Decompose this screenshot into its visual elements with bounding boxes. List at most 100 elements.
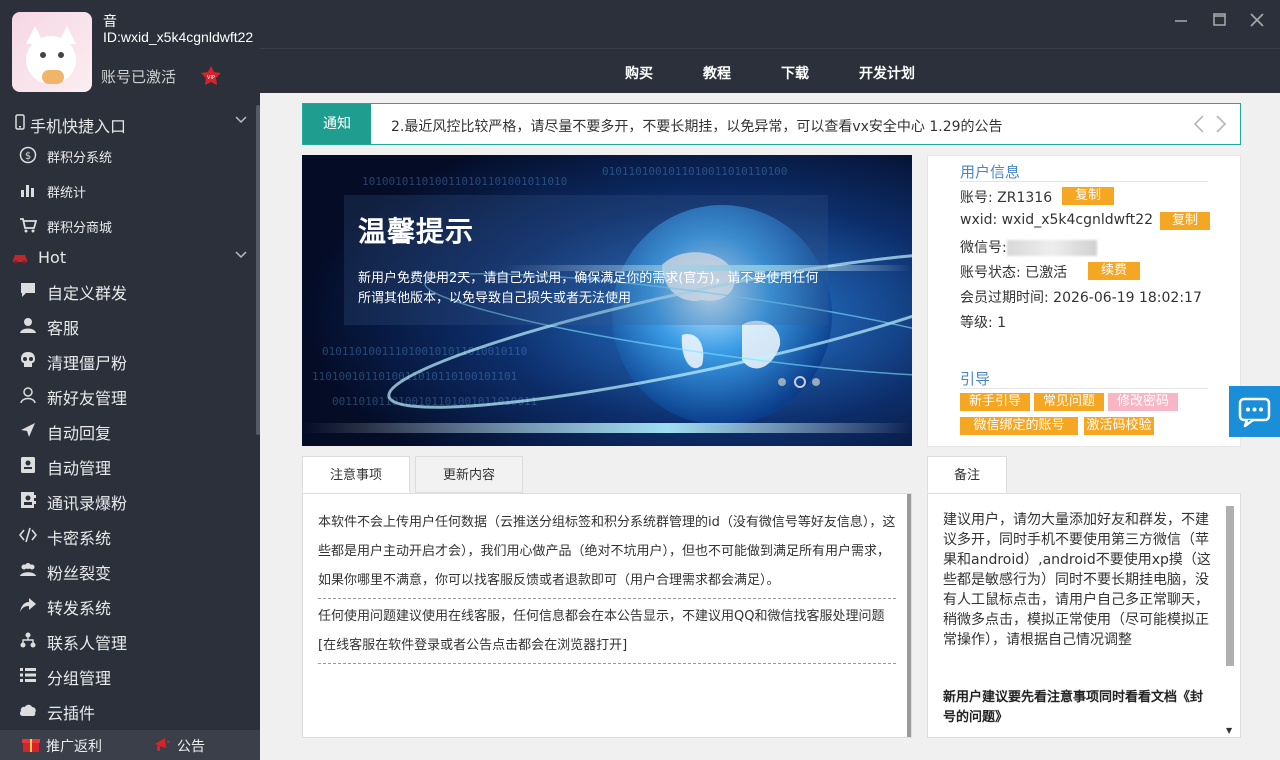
mobile-icon [15, 114, 25, 130]
vip-badge-icon: VIP [201, 66, 221, 85]
nav-group-label: Hot [38, 248, 67, 267]
nickname: 音 [103, 14, 117, 30]
scroll-down-arrow-icon[interactable]: ▼ [1226, 726, 1232, 735]
status-line: 账号状态: 已激活 [960, 265, 1068, 281]
banner-carousel[interactable]: 0101101001110100101011010010110 11010010… [302, 155, 912, 446]
sidebar-item-custom-broadcast[interactable]: 自定义群发 [0, 274, 258, 306]
carousel-dot[interactable] [778, 378, 786, 386]
tab-updates[interactable]: 更新内容 [415, 456, 523, 493]
wechat-id-line: 微信号: [960, 237, 1097, 257]
sidebar-footer: 推广返利 公告 [0, 730, 260, 760]
profile-card: 音 ID:wxid_x5k4cgnldwft22 账号已激活 VIP [0, 0, 260, 104]
sidebar-item-label: 清理僵尸粉 [47, 354, 128, 373]
tab-remarks[interactable]: 备注 [927, 456, 1007, 493]
redacted-value [1006, 240, 1097, 256]
maximize-icon[interactable] [1208, 11, 1230, 29]
sidebar-item-fans-fission[interactable]: 粉丝裂变 [0, 554, 258, 586]
minimize-icon[interactable] [1170, 11, 1192, 29]
remarks-text: 建议用户，请勿大量添加好友和群发，不建议多开，同时手机不要使用第三方微信（苹果和… [943, 512, 1211, 648]
list-icon [20, 668, 36, 682]
nav-group-mobile[interactable]: 手机快捷入口 [0, 108, 260, 136]
announcement-link[interactable]: 公告 [153, 735, 223, 755]
car-icon [13, 255, 27, 264]
account-status: 账号已激活 [101, 68, 177, 86]
notice-tag: 通知 [303, 104, 371, 144]
banner-title: 温馨提示 [358, 215, 475, 248]
sidebar-item-contact-manage[interactable]: 联系人管理 [0, 624, 258, 656]
carousel-dot[interactable] [812, 378, 820, 386]
skull-icon [21, 352, 35, 367]
send-icon [21, 423, 35, 437]
notice-text[interactable]: 2.最近风控比较严格，请尽量不要多开，不要长期挂，以免异常，可以查看vx安全中心… [391, 116, 1003, 136]
nav-dev-plan[interactable]: 开发计划 [859, 63, 915, 83]
copy-wxid-button[interactable]: 复制 [1160, 212, 1210, 230]
code-icon [19, 527, 37, 543]
sidebar-item-auto-manage[interactable]: 自动管理 [0, 449, 258, 481]
sidebar: 音 ID:wxid_x5k4cgnldwft22 账号已激活 VIP 手机快捷入… [0, 0, 260, 760]
sidebar-item-label: 自动回复 [47, 424, 112, 443]
user-outline-icon [20, 387, 36, 404]
online-chat-button[interactable] [1229, 386, 1280, 437]
nav-buy[interactable]: 购买 [625, 63, 653, 83]
chat-bubble-icon [21, 283, 35, 297]
sidebar-item-group-mall[interactable]: 群积分商城 [0, 209, 258, 241]
newbie-guide-button[interactable]: 新手引导 [960, 393, 1030, 411]
chevron-left-icon[interactable] [1191, 114, 1207, 134]
sidebar-item-label: 自定义群发 [47, 284, 128, 303]
sidebar-item-auto-reply[interactable]: 自动回复 [0, 414, 258, 446]
sidebar-item-customer-service[interactable]: 客服 [0, 309, 258, 341]
sidebar-item-cloud-plugin[interactable]: 云插件 [0, 694, 258, 726]
renew-button[interactable]: 续费 [1088, 262, 1140, 280]
activation-code-check-button[interactable]: 激活码校验 [1084, 417, 1154, 435]
copy-account-button[interactable]: 复制 [1062, 187, 1114, 205]
top-nav: 购买 教程 下载 开发计划 [260, 48, 1280, 93]
sitemap-icon [20, 632, 36, 648]
chevron-right-icon[interactable] [1213, 114, 1229, 134]
nav-download[interactable]: 下载 [781, 63, 809, 83]
megaphone-icon [155, 738, 170, 751]
close-icon[interactable] [1246, 11, 1268, 29]
cart-icon [20, 218, 37, 233]
sidebar-scrollbar[interactable] [256, 105, 260, 435]
share-icon [20, 598, 36, 612]
divider [960, 181, 1208, 182]
sidebar-item-label: 群积分商城 [47, 221, 113, 236]
tabs-panel: 注意事项 更新内容 本软件不会上传用户任何数据（云推送分组标签和积分系统群管理的… [302, 456, 912, 738]
wxid-line: wxid: wxid_x5k4cgnldwft22 [960, 212, 1154, 228]
svg-text:0101101001011010011010110100: 0101101001011010011010110100 [602, 165, 787, 178]
notes-text: 本软件不会上传用户任何数据（云推送分组标签和积分系统群管理的id（没有微信号等好… [318, 508, 896, 667]
tab-content: 本软件不会上传用户任何数据（云推送分组标签和积分系统群管理的id（没有微信号等好… [302, 493, 912, 738]
chevron-down-icon [235, 116, 247, 124]
sidebar-item-label: 粉丝裂变 [47, 564, 112, 583]
bar-chart-icon [21, 185, 34, 197]
nav-group-hot[interactable]: Hot [0, 243, 260, 271]
sidebar-item-group-points[interactable]: $ 群积分系统 [0, 139, 258, 171]
sidebar-item-label: 通讯录爆粉 [47, 494, 128, 513]
carousel-dot-active[interactable] [794, 376, 806, 388]
nav-tutorial[interactable]: 教程 [703, 63, 731, 83]
sidebar-item-group-manage[interactable]: 分组管理 [0, 659, 258, 691]
sidebar-item-forward-system[interactable]: 转发系统 [0, 589, 258, 621]
dollar-circle-icon: $ [19, 146, 37, 164]
cloud-icon [19, 704, 36, 716]
svg-text:010110100111010010101101001011: 0101101001110100101011010010110 [322, 345, 527, 358]
sidebar-item-card-system[interactable]: 卡密系统 [0, 519, 258, 551]
sidebar-item-group-stats[interactable]: 群统计 [0, 174, 258, 206]
promo-rebate-link[interactable]: 推广返利 [22, 735, 112, 755]
tab-notes[interactable]: 注意事项 [302, 456, 410, 493]
id-card-icon [21, 457, 35, 473]
svg-text:110100101101001101011010010110: 1101001011010011010110100101101 [312, 370, 517, 383]
sidebar-item-contacts-boost[interactable]: 通讯录爆粉 [0, 484, 258, 516]
sidebar-item-clean-zombie[interactable]: 清理僵尸粉 [0, 344, 258, 376]
sidebar-item-label: 客服 [47, 319, 80, 338]
user-id: ID:wxid_x5k4cgnldwft22 [103, 29, 254, 45]
change-password-button[interactable]: 修改密码 [1108, 393, 1178, 411]
notes-scrollbar[interactable] [907, 494, 911, 737]
avatar[interactable] [12, 12, 92, 92]
chevron-down-icon [235, 251, 247, 259]
bound-wechat-button[interactable]: 微信绑定的账号 [960, 417, 1078, 435]
faq-button[interactable]: 常见问题 [1034, 393, 1104, 411]
notes-paragraph-1: 本软件不会上传用户任何数据（云推送分组标签和积分系统群管理的id（没有微信号等好… [318, 508, 896, 599]
remarks-scrollbar[interactable] [1226, 506, 1234, 666]
sidebar-item-new-friends[interactable]: 新好友管理 [0, 379, 258, 411]
